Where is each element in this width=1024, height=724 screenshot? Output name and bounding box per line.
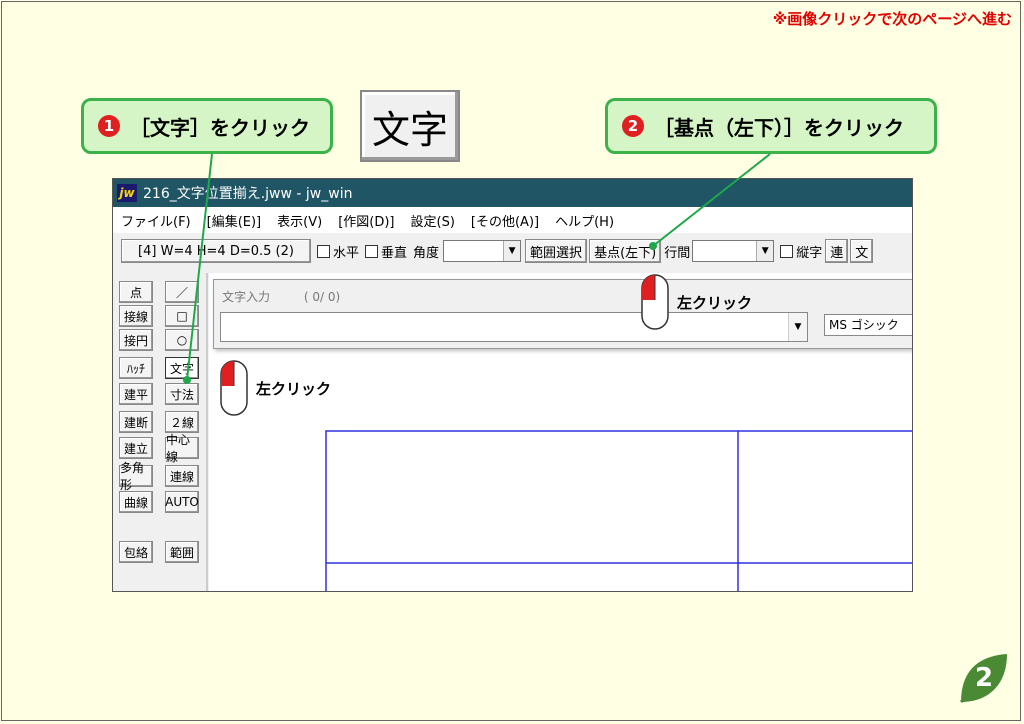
mouse-icon	[220, 360, 248, 416]
page-number: 2	[975, 663, 994, 693]
leader-dot-1	[183, 376, 191, 384]
leader-line-1	[186, 153, 213, 381]
left-click-hint-2: 左クリック	[641, 274, 752, 330]
page-number-badge: 2	[955, 650, 1011, 706]
leader-dot-2	[649, 242, 657, 250]
leader-lines	[183, 153, 771, 384]
left-click-text-2: 左クリック	[677, 293, 753, 312]
leader-line-2	[652, 153, 771, 247]
left-click-text-1: 左クリック	[256, 379, 332, 398]
left-click-hint-1: 左クリック	[220, 360, 331, 416]
mouse-icon	[641, 274, 669, 330]
